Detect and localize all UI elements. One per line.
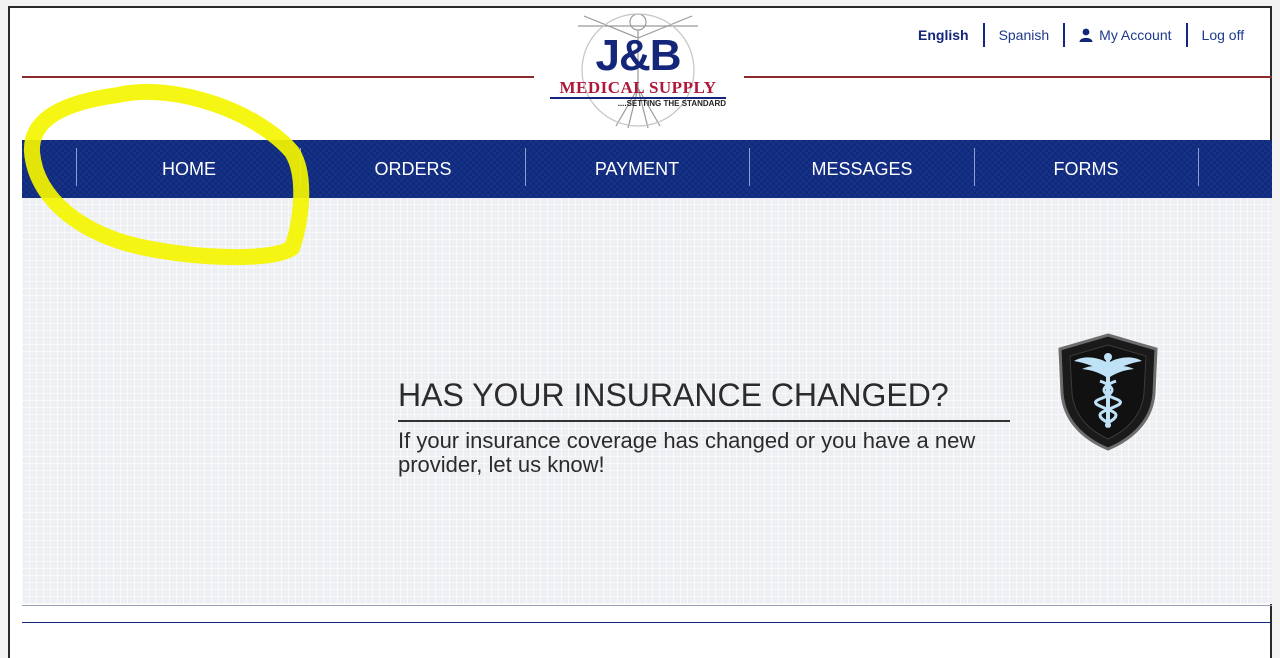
footer-divider xyxy=(22,622,1272,623)
main-navbar: HOME ORDERS PAYMENT MESSAGES FORMS xyxy=(22,140,1272,198)
promo-title[interactable]: HAS YOUR INSURANCE CHANGED? xyxy=(398,376,1010,414)
promo-body-text: If your insurance coverage has changed o… xyxy=(398,428,976,477)
header-divider-left xyxy=(22,76,534,78)
logo-tagline: ....SETTING THE STANDARD xyxy=(617,99,726,108)
log-off-link[interactable]: Log off xyxy=(1188,24,1259,46)
jb-medical-supply-logo[interactable]: J&B MEDICAL SUPPLY ....SETTING THE STAND… xyxy=(544,8,732,130)
header-divider-right xyxy=(744,76,1272,78)
logo-name-text: MEDICAL SUPPLY xyxy=(559,78,717,97)
nav-item-payment[interactable]: PAYMENT xyxy=(525,140,749,198)
content-bottom-border xyxy=(22,605,1272,606)
my-account-link[interactable]: My Account xyxy=(1065,24,1185,46)
spanish-link[interactable]: Spanish xyxy=(985,24,1064,46)
logo-brand-text: J&B xyxy=(595,31,681,80)
user-icon xyxy=(1079,28,1093,42)
my-account-label: My Account xyxy=(1099,27,1172,43)
english-link[interactable]: English xyxy=(904,24,983,46)
promo-title-rule xyxy=(398,420,1010,422)
top-links: English Spanish My Account Log off xyxy=(904,22,1258,48)
nav-item-home[interactable]: HOME xyxy=(77,140,301,198)
nav-item-forms[interactable]: FORMS xyxy=(974,140,1198,198)
nav-separator xyxy=(1198,148,1199,186)
nav-item-orders[interactable]: ORDERS xyxy=(301,140,525,198)
caduceus-shield-icon[interactable] xyxy=(1058,333,1158,451)
nav-item-messages[interactable]: MESSAGES xyxy=(750,140,974,198)
